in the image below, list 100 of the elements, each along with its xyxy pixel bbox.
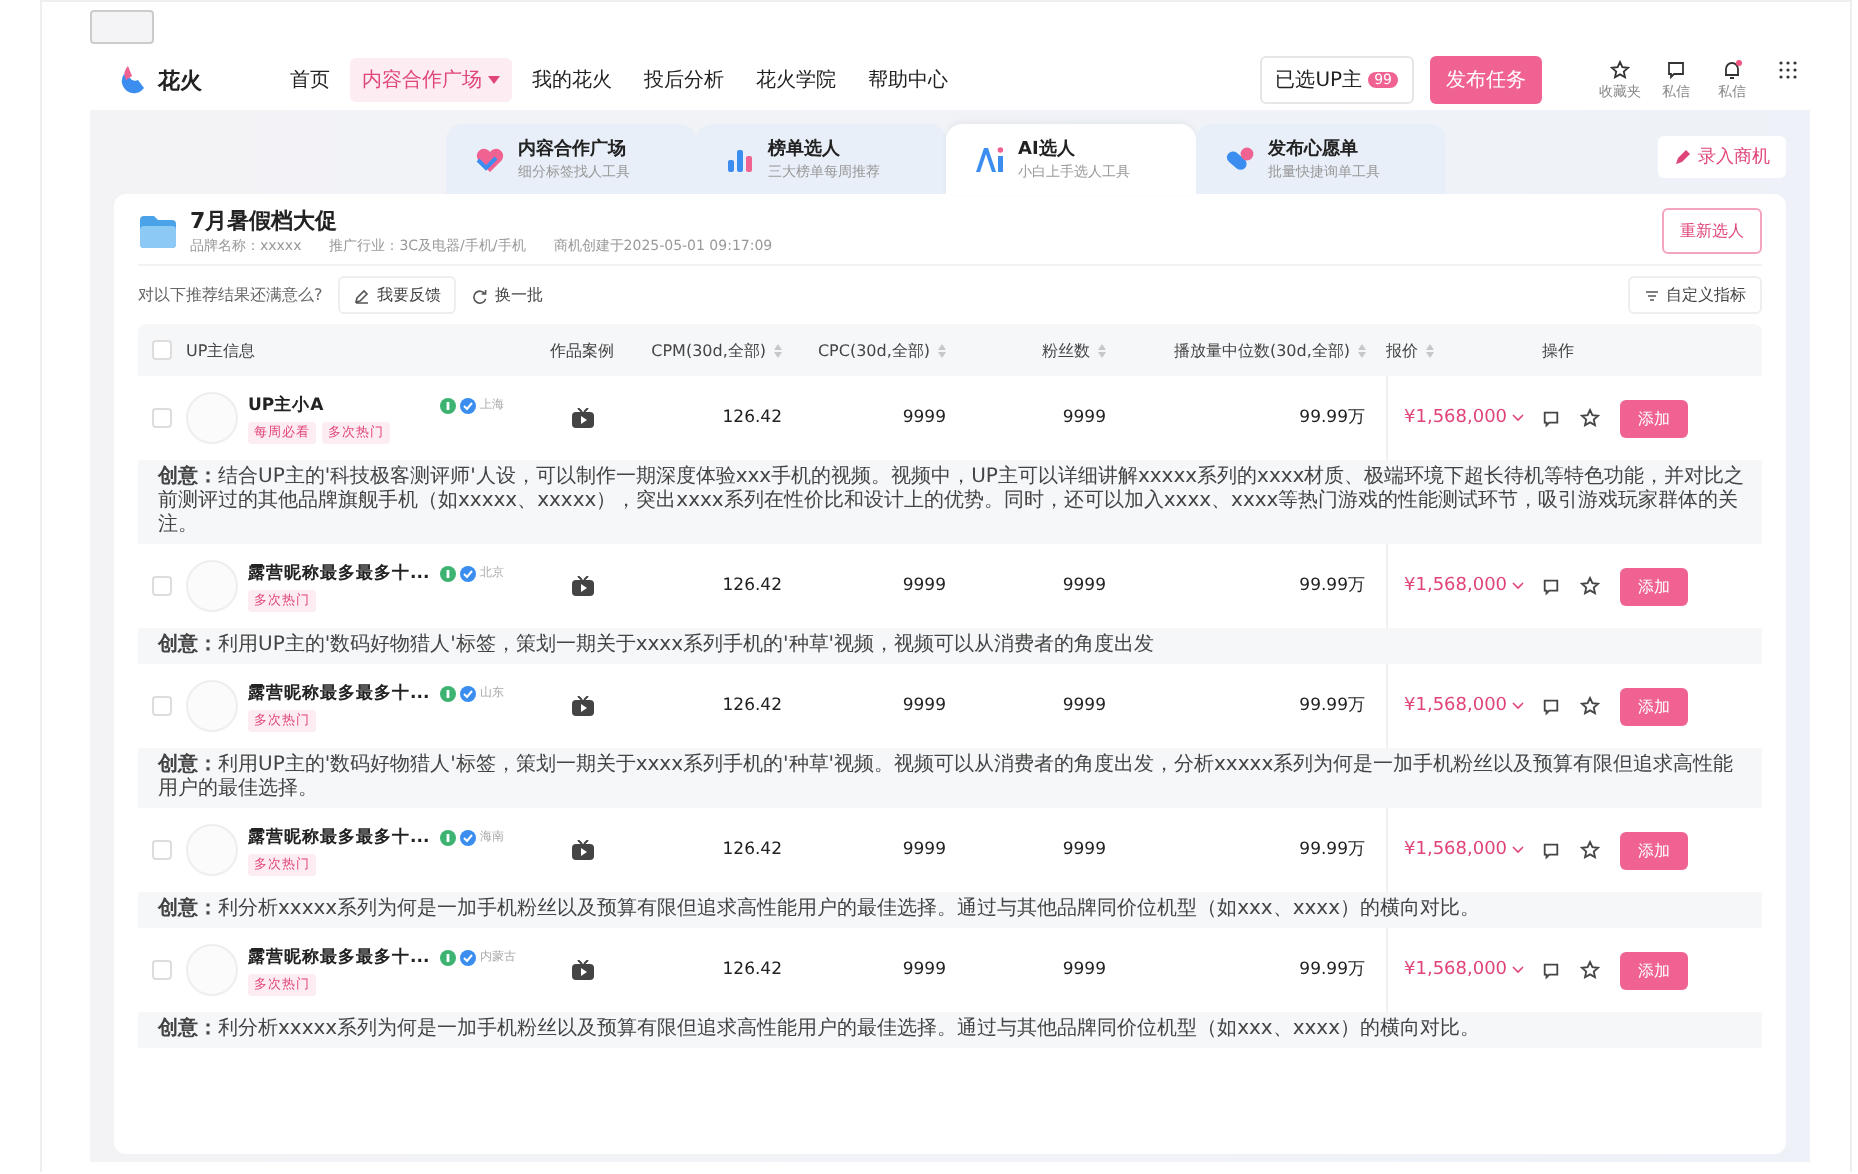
fans-value: 9999 [1060, 696, 1108, 716]
cpc-value: 9999 [900, 408, 948, 428]
plays-value: 99.99万 [1297, 574, 1368, 598]
star-icon [1610, 59, 1630, 79]
creator-name[interactable]: 露营昵称最多最多十... [248, 945, 432, 969]
column-header[interactable]: 报价 [1386, 339, 1542, 361]
star-icon[interactable] [1580, 960, 1600, 980]
idea-text: 创意：利用UP主的'数码好物猎人'标签，策划一期关于xxxx系列手机的'种草'视频。视频可以从消费者的角度出发，分析xxxxx系列为何是一加手机粉丝以及预算有限但追求高性能用户的最佳选择。 [138, 748, 1762, 808]
plays-value: 99.99万 [1297, 838, 1368, 862]
plays-value: 99.99万 [1297, 694, 1368, 718]
verified-icon [460, 829, 476, 845]
star-icon[interactable] [1580, 576, 1600, 596]
row-checkbox[interactable] [152, 840, 172, 860]
star-icon[interactable] [1580, 408, 1600, 428]
nav-tab[interactable]: 帮助中心 [856, 58, 960, 102]
heart-icon [474, 143, 506, 175]
logo-icon [118, 64, 150, 96]
video-icon[interactable] [571, 840, 593, 860]
star-icon[interactable] [1580, 696, 1600, 716]
verified-icon [460, 565, 476, 581]
creator-name[interactable]: 露营昵称最多最多十... [248, 681, 432, 705]
cpc-value: 9999 [900, 960, 948, 980]
level-icon [440, 685, 456, 701]
chat-icon[interactable] [1542, 697, 1560, 715]
level-icon [440, 565, 456, 581]
caret-icon [488, 76, 500, 84]
column-header: 作品案例 [548, 339, 616, 361]
cpm-value: 126.42 [720, 840, 784, 860]
chat-icon[interactable] [1542, 409, 1560, 427]
video-icon[interactable] [571, 960, 593, 980]
nav-tab[interactable]: 我的花火 [520, 58, 624, 102]
caret-icon [1511, 702, 1524, 710]
column-header: UP主信息 [186, 339, 258, 361]
folder-icon [138, 213, 178, 249]
verified-icon [460, 397, 476, 413]
plays-value: 99.99万 [1297, 958, 1368, 982]
creator-name[interactable]: 露营昵称最多最多十... [248, 825, 432, 849]
verified-icon [460, 685, 476, 701]
price-dropdown[interactable]: ¥1,568,000 [1404, 840, 1524, 860]
row-checkbox[interactable] [152, 960, 172, 980]
caret-icon [1511, 582, 1524, 590]
cpc-value: 9999 [900, 576, 948, 596]
video-icon[interactable] [571, 576, 593, 596]
plays-value: 99.99万 [1297, 406, 1368, 430]
chat-icon [1666, 59, 1686, 79]
video-icon[interactable] [571, 408, 593, 428]
fans-value: 9999 [1060, 960, 1108, 980]
chat-icon[interactable] [1542, 961, 1560, 979]
video-icon[interactable] [571, 696, 593, 716]
row-checkbox[interactable] [152, 408, 172, 428]
notification-dot [1736, 59, 1742, 65]
cpc-value: 9999 [900, 840, 948, 860]
grid-icon [1778, 59, 1798, 79]
fans-value: 9999 [1060, 576, 1108, 596]
custom-metrics-button[interactable]: 自定义指标 [1628, 276, 1762, 314]
row-checkbox[interactable] [152, 696, 172, 716]
level-icon [440, 949, 456, 965]
chat-icon[interactable] [1542, 577, 1560, 595]
level-icon [440, 829, 456, 845]
idea-text: 创意：利分析xxxxx系列为何是一加手机粉丝以及预算有限但追求高性能用户的最佳选择。通过与其他品牌同价位机型（如xxx、xxxx）的横向对比。 [138, 1012, 1762, 1048]
nav-tab[interactable]: 首页 [278, 58, 342, 102]
row-checkbox[interactable] [152, 576, 172, 596]
chat-icon[interactable] [1542, 841, 1560, 859]
nav-tab[interactable]: 投后分析 [632, 58, 736, 102]
caret-icon [1511, 846, 1524, 854]
idea-text: 创意：利用UP主的'数码好物猎人'标签，策划一期关于xxxx系列手机的'种草'视频，视频可以从消费者的角度出发 [138, 628, 1762, 664]
cpm-value: 126.42 [720, 408, 784, 428]
refresh-button[interactable]: 换一批 [472, 284, 543, 306]
column-header[interactable]: CPC(30d,全部) [802, 339, 966, 361]
feedback-question: 对以下推荐结果还满意么? [138, 284, 323, 306]
logo-text: 花火 [158, 65, 202, 95]
creator-name[interactable]: UP主小A [248, 393, 432, 417]
column-header: 操作 [1542, 339, 1576, 361]
pill-icon [1224, 143, 1256, 175]
campaign-title: 7月暑假档大促 [190, 206, 340, 236]
cpm-value: 126.42 [720, 960, 784, 980]
cpc-value: 9999 [900, 696, 948, 716]
verified-icon [460, 949, 476, 965]
nav-tab[interactable]: 花火学院 [744, 58, 848, 102]
column-header[interactable]: 粉丝数 [966, 339, 1126, 361]
price-dropdown[interactable]: ¥1,568,000 [1404, 960, 1524, 980]
fans-value: 9999 [1060, 408, 1108, 428]
select-all-checkbox[interactable] [152, 340, 172, 360]
level-icon [440, 397, 456, 413]
cpm-value: 126.42 [720, 576, 784, 596]
record-opportunity-button[interactable]: 录入商机 [1658, 136, 1786, 178]
refresh-icon [472, 287, 489, 303]
caret-icon [1511, 414, 1524, 422]
column-header[interactable]: CPM(30d,全部) [638, 339, 802, 361]
cpm-value: 126.42 [720, 696, 784, 716]
creator-name[interactable]: 露营昵称最多最多十... [248, 561, 432, 585]
price-dropdown[interactable]: ¥1,568,000 [1404, 408, 1524, 428]
feedback-button[interactable]: 我要反馈 [338, 276, 457, 314]
reselect-button[interactable]: 重新选人 [1662, 208, 1762, 254]
price-dropdown[interactable]: ¥1,568,000 [1404, 696, 1524, 716]
pencil-icon [354, 287, 371, 303]
price-dropdown[interactable]: ¥1,568,000 [1404, 576, 1524, 596]
column-header[interactable]: 播放量中位数(30d,全部) [1126, 339, 1386, 361]
star-icon[interactable] [1580, 840, 1600, 860]
caret-icon [1511, 966, 1524, 974]
